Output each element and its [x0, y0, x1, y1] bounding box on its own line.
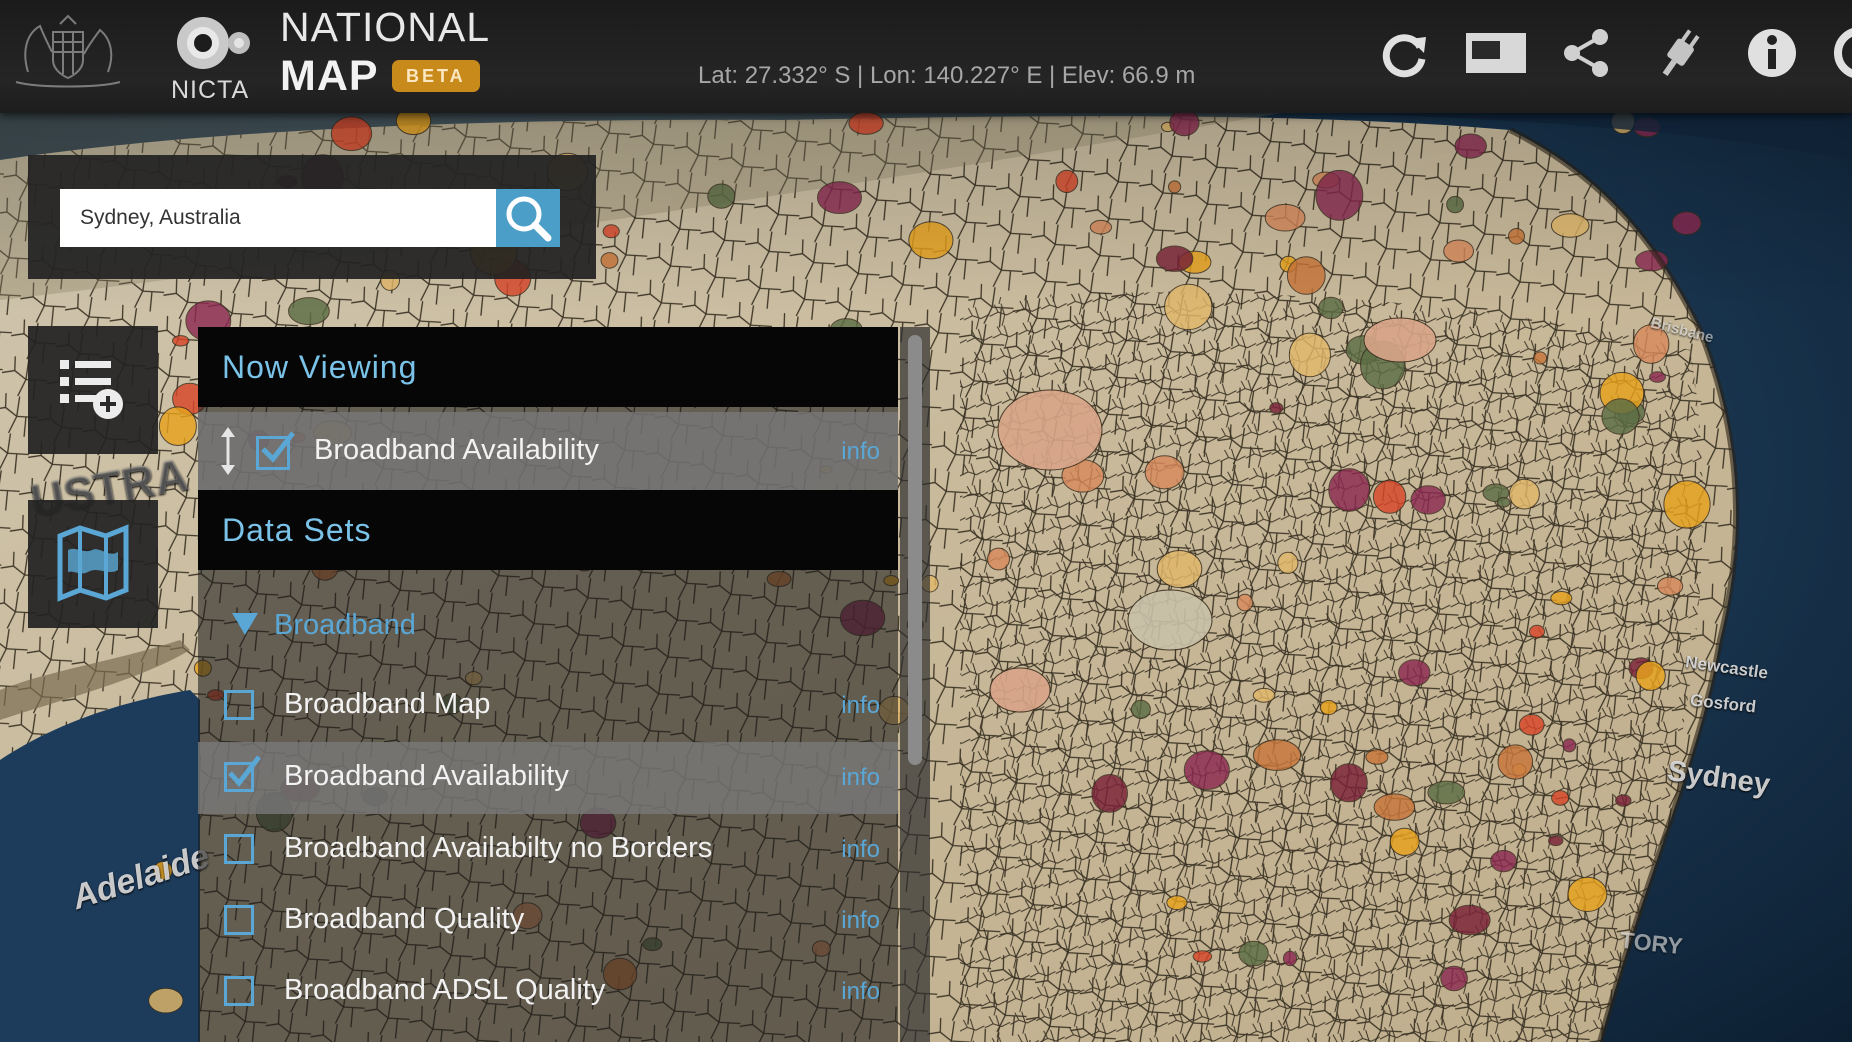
nicta-logo — [177, 17, 250, 69]
drag-handle-icon[interactable] — [218, 424, 238, 478]
now-viewing-header[interactable]: Now Viewing — [198, 327, 898, 407]
dataset-row[interactable]: Broadband ADSL Quality info — [198, 956, 898, 1028]
data-sets-title: Data Sets — [222, 512, 372, 548]
now-viewing-label: Broadband Availability — [314, 434, 599, 466]
dataset-checkbox[interactable] — [224, 755, 261, 792]
nicta-wordmark: NICTA — [171, 76, 250, 104]
dataset-label: Broadband Map — [284, 688, 491, 720]
group-label: Broadband — [274, 609, 416, 641]
refresh-icon[interactable] — [1376, 25, 1432, 81]
coordinates-readout: Lat: 27.332° S | Lon: 140.227° E | Elev:… — [698, 62, 1196, 89]
coat-of-arms-icon — [15, 14, 121, 88]
top-bar: NICTA NATIONAL MAP BETA Lat: 27.332° S |… — [0, 0, 1852, 113]
dataset-checkbox[interactable] — [224, 976, 254, 1006]
dataset-row-selected[interactable]: Broadband Availability info — [198, 742, 898, 814]
triangle-down-icon — [232, 613, 258, 635]
dataset-label: Broadband ADSL Quality — [284, 974, 606, 1006]
app-title-national: NATIONAL — [280, 4, 490, 50]
checkmark-icon — [228, 755, 261, 787]
dataset-label: Broadband Quality — [284, 903, 525, 935]
now-viewing-title: Now Viewing — [222, 349, 418, 385]
info-icon[interactable] — [1744, 25, 1800, 81]
group-broadband[interactable]: Broadband — [198, 597, 898, 659]
dataset-row[interactable]: Broadband Quality info — [198, 885, 898, 957]
plugin-icon[interactable] — [1652, 25, 1708, 81]
app-title-map: MAP — [280, 52, 379, 100]
data-sets-header[interactable]: Data Sets — [198, 490, 898, 570]
dataset-row[interactable]: Broadband Map info — [198, 670, 898, 742]
dataset-info-link[interactable]: info — [841, 836, 880, 864]
beta-badge: BETA — [392, 60, 480, 92]
dataset-label: Broadband Availability — [284, 760, 569, 792]
fullscreen-icon[interactable] — [1464, 25, 1528, 81]
search-button[interactable] — [496, 189, 560, 247]
add-layers-icon — [60, 360, 123, 419]
layer-panel-scrollbar-thumb[interactable] — [908, 335, 922, 765]
dataset-checkbox[interactable] — [224, 905, 254, 935]
dataset-info-link[interactable]: info — [841, 907, 880, 935]
now-viewing-item[interactable]: Broadband Availability info — [198, 412, 898, 490]
layer-panel: Now Viewing Broadband Availability info … — [198, 327, 898, 1042]
now-viewing-checkbox[interactable] — [256, 431, 295, 470]
dataset-info-link[interactable]: info — [841, 978, 880, 1006]
search-icon — [506, 196, 552, 242]
map-icon — [57, 524, 129, 602]
add-data-button[interactable] — [28, 326, 158, 454]
dataset-label: Broadband Availabilty no Borders — [284, 832, 713, 864]
share-icon[interactable] — [1558, 25, 1614, 81]
dataset-info-link[interactable]: info — [841, 692, 880, 720]
dataset-checkbox[interactable] — [224, 690, 254, 720]
dataset-row[interactable]: Broadband Availabilty no Borders info — [198, 814, 898, 886]
search-input[interactable] — [60, 189, 496, 247]
now-viewing-info-link[interactable]: info — [841, 438, 880, 466]
checkmark-icon — [261, 431, 295, 463]
dataset-checkbox[interactable] — [224, 834, 254, 864]
settings-icon[interactable] — [1832, 25, 1852, 81]
map-settings-button[interactable] — [28, 500, 158, 628]
search-panel — [28, 155, 596, 279]
dataset-info-link[interactable]: info — [841, 764, 880, 792]
